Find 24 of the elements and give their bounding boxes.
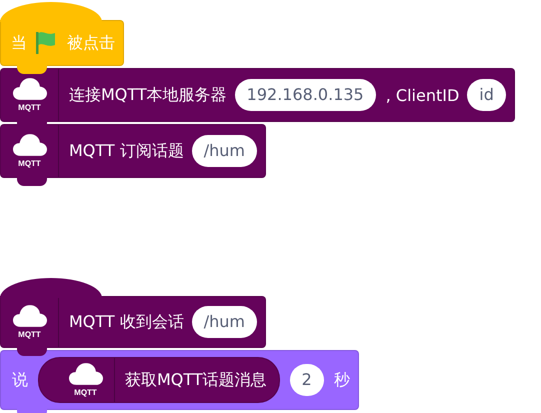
cloud-icon xyxy=(12,305,46,328)
block-text: 当 xyxy=(11,32,27,54)
input-field[interactable]: id xyxy=(467,79,506,111)
mqtt-label: MQTT xyxy=(74,389,97,397)
cloud-icon xyxy=(68,363,102,386)
input-field[interactable]: /hum xyxy=(192,306,258,338)
block-text: 连接MQTT本地服务器 xyxy=(69,84,227,106)
block-text: 被点击 xyxy=(67,32,115,54)
reporter-block[interactable]: MQTT 获取MQTT话题消息 xyxy=(38,357,280,403)
mqtt-label: MQTT xyxy=(18,331,41,339)
cloud-icon xyxy=(12,134,46,157)
input-field[interactable]: /hum xyxy=(192,135,258,167)
input-field[interactable]: 192.168.0.135 xyxy=(234,79,376,111)
mqtt-label: MQTT xyxy=(18,160,41,168)
block-text: MQTT 收到会话 xyxy=(69,312,184,332)
block-text: 获取MQTT话题消息 xyxy=(125,370,267,390)
block-text: MQTT 订阅话题 xyxy=(69,140,184,162)
block-text: 说 xyxy=(12,370,28,390)
input-field[interactable]: 2 xyxy=(290,364,324,396)
mqtt-label: MQTT xyxy=(18,104,41,112)
flag-icon xyxy=(35,31,57,55)
cloud-icon xyxy=(12,78,46,101)
block-text: 秒 xyxy=(334,370,350,390)
block-text: , ClientID xyxy=(386,86,460,104)
